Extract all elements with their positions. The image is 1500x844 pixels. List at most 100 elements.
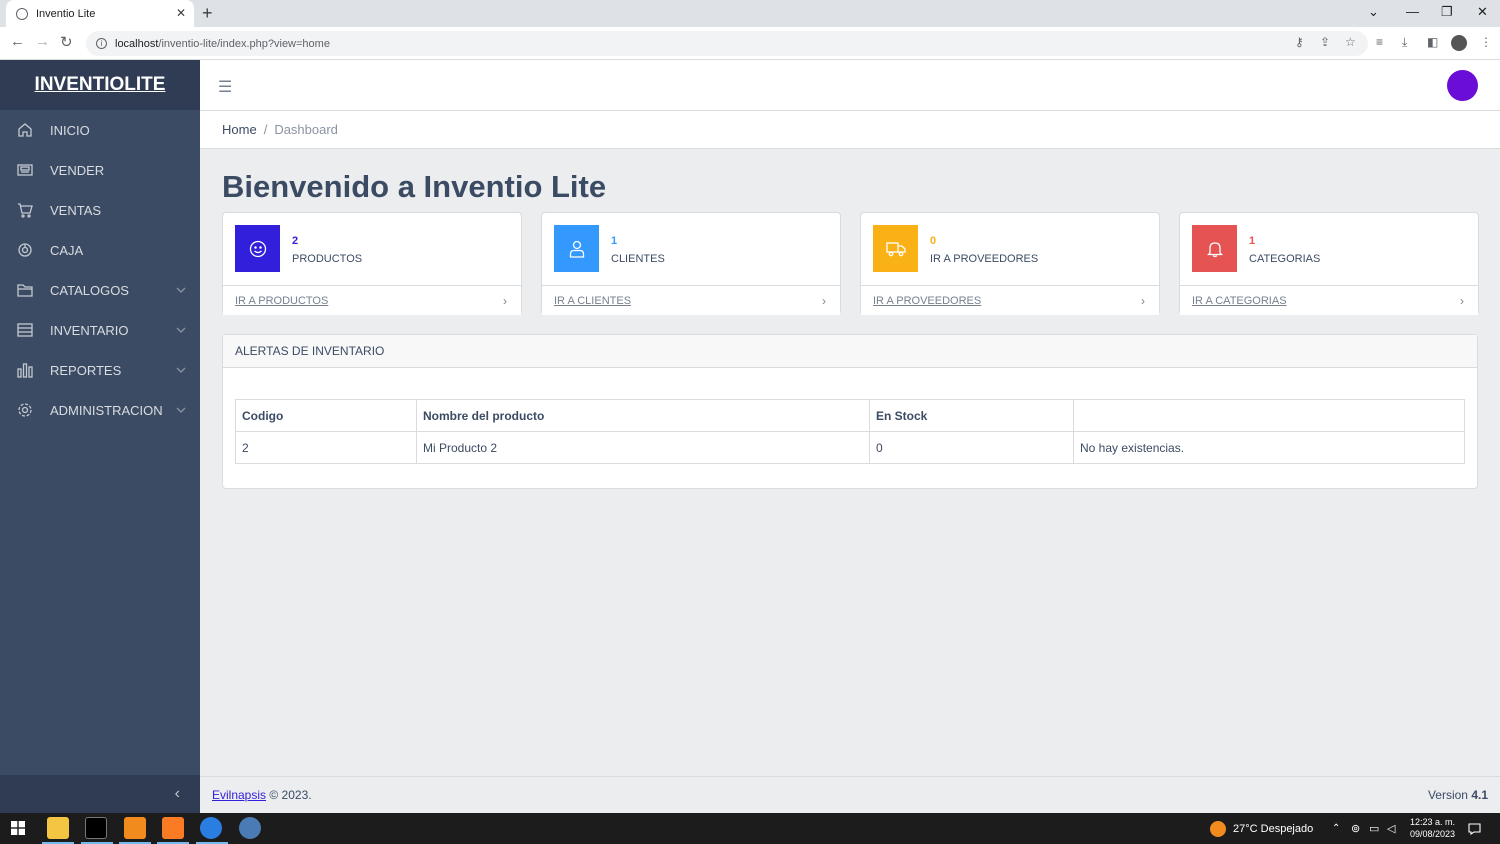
volume-icon[interactable]: ◁: [1387, 813, 1395, 844]
terminal-icon[interactable]: [85, 817, 107, 839]
chevron-right-icon[interactable]: ›: [1141, 294, 1145, 308]
chrome-icon[interactable]: [200, 817, 222, 839]
version-label: Version: [1427, 788, 1472, 802]
sidebar-item-administracion[interactable]: ADMINISTRACION: [0, 390, 200, 430]
sidebar-minimize-button[interactable]: ‹: [0, 775, 200, 813]
tab-title: Inventio Lite: [36, 7, 96, 20]
chevron-right-icon[interactable]: ›: [503, 294, 507, 308]
reading-list-icon[interactable]: ≡: [1376, 35, 1383, 49]
windows-start-icon[interactable]: [11, 821, 25, 838]
card-label: CATEGORIAS: [1249, 253, 1321, 265]
chevron-right-icon[interactable]: ›: [1460, 294, 1464, 308]
forward-icon[interactable]: →: [35, 33, 50, 50]
card-categorias: 1 CATEGORIAS IR A CATEGORIAS ›: [1179, 212, 1479, 315]
card-value: 2: [292, 235, 299, 247]
close-window-icon[interactable]: ✕: [1477, 4, 1488, 20]
browser-toolbar: ← → ↻ i localhost/inventio-lite/index.ph…: [0, 27, 1500, 60]
sidebar-item-label: REPORTES: [50, 362, 122, 378]
close-tab-icon[interactable]: ✕: [176, 6, 186, 20]
sidebar-item-label: INVENTARIO: [50, 322, 129, 338]
user-icon: [554, 225, 599, 272]
network-icon[interactable]: ▭: [1369, 813, 1379, 844]
sidebar-item-label: ADMINISTRACION: [50, 402, 163, 418]
bell-icon: [1192, 225, 1237, 272]
password-key-icon[interactable]: ⚷: [1295, 35, 1304, 49]
chevron-right-icon[interactable]: ›: [822, 294, 826, 308]
chevron-down-icon: [176, 283, 186, 298]
column-header: [1073, 399, 1465, 432]
table-cell: 0: [869, 431, 1074, 464]
card-label: IR A PROVEEDORES: [930, 253, 1039, 265]
page-favicon-icon: [16, 7, 28, 20]
sidebar-item-reportes[interactable]: REPORTES: [0, 350, 200, 390]
tray-app-icon[interactable]: ⊚: [1351, 813, 1360, 844]
table-cell: No hay existencias.: [1073, 431, 1465, 464]
sidebar-item-label: CAJA: [50, 242, 84, 258]
notifications-icon[interactable]: [1468, 813, 1481, 844]
sidebar-item-inicio[interactable]: INICIO: [0, 110, 200, 150]
address-bar[interactable]: i localhost/inventio-lite/index.php?view…: [86, 31, 1368, 56]
bookmark-star-icon[interactable]: ☆: [1345, 35, 1356, 49]
sublime-text-icon[interactable]: [124, 817, 146, 839]
windows-taskbar: 27°C Despejado ⌃ ⊚ ▭ ◁ 12:23 a. m. 09/08…: [0, 813, 1500, 844]
clock-time: 12:23 a. m.: [1409, 817, 1455, 827]
new-tab-icon[interactable]: +: [202, 3, 213, 24]
home-icon: [16, 121, 34, 139]
card-link-categorias[interactable]: IR A CATEGORIAS: [1192, 295, 1287, 307]
hamburger-menu-icon[interactable]: ☰: [218, 77, 232, 97]
card-link-productos[interactable]: IR A PRODUCTOS: [235, 295, 328, 307]
safe-icon: [16, 241, 34, 259]
download-icon[interactable]: ⤓: [1402, 35, 1407, 50]
xampp-icon[interactable]: [162, 817, 184, 839]
card-proveedores: 0 IR A PROVEEDORES IR A PROVEEDORES ›: [860, 212, 1160, 315]
card-label: PRODUCTOS: [292, 253, 363, 265]
sidebar-item-ventas[interactable]: VENTAS: [0, 190, 200, 230]
copyright-text: © 2023.: [269, 788, 312, 802]
card-productos: 2 PRODUCTOS IR A PRODUCTOS ›: [222, 212, 522, 315]
card-link-proveedores[interactable]: IR A PROVEEDORES: [873, 295, 981, 307]
back-icon[interactable]: ←: [10, 33, 25, 50]
site-info-icon[interactable]: i: [96, 38, 107, 49]
browser-tab[interactable]: Inventio Lite ✕: [6, 0, 194, 27]
system-clock[interactable]: 12:23 a. m. 09/08/2023: [1410, 816, 1455, 840]
tab-search-icon[interactable]: ⌄: [1368, 4, 1379, 20]
profile-avatar-icon[interactable]: [1451, 35, 1467, 51]
card-value: 1: [611, 235, 618, 247]
footer: Evilnapsis © 2023. Version 4.1: [200, 776, 1500, 813]
column-header: Nombre del producto: [416, 399, 870, 432]
sidebar-item-caja[interactable]: CAJA: [0, 230, 200, 270]
reload-icon[interactable]: ↻: [60, 33, 73, 51]
table-row: 2 Mi Producto 2 0 No hay existencias.: [235, 431, 1465, 464]
inventory-alerts-panel: ALERTAS DE INVENTARIO Codigo Nombre del …: [222, 334, 1478, 489]
version-number: 4.1: [1471, 788, 1488, 802]
truck-icon: [873, 225, 918, 272]
sidebar-item-catalogos[interactable]: CATALOGOS: [0, 270, 200, 310]
sidebar-item-vender[interactable]: VENDER: [0, 150, 200, 190]
author-link[interactable]: Evilnapsis: [212, 788, 266, 802]
list-icon: [16, 321, 34, 339]
app-icon[interactable]: [239, 817, 261, 839]
weather-widget[interactable]: 27°C Despejado: [1210, 813, 1313, 844]
share-icon[interactable]: ⇪: [1320, 35, 1330, 49]
avatar[interactable]: [1447, 70, 1478, 101]
weather-moon-icon: [1210, 820, 1226, 837]
card-value: 0: [930, 235, 937, 247]
side-panel-icon[interactable]: ◧: [1427, 35, 1438, 49]
sidebar-item-label: VENTAS: [50, 202, 102, 218]
minimize-icon[interactable]: —: [1406, 4, 1419, 19]
card-footer: IR A CATEGORIAS ›: [1180, 285, 1478, 315]
card-value: 1: [1249, 235, 1256, 247]
file-explorer-icon[interactable]: [47, 817, 69, 839]
breadcrumb-current: Dashboard: [274, 122, 338, 137]
browser-menu-icon[interactable]: ⋮: [1480, 35, 1492, 49]
page-title: Bienvenido a Inventio Lite: [222, 169, 607, 204]
breadcrumb-home[interactable]: Home: [222, 122, 257, 137]
table-header-row: Codigo Nombre del producto En Stock: [235, 399, 1465, 432]
brand-logo[interactable]: INVENTIOLITE: [0, 60, 200, 110]
card-link-clientes[interactable]: IR A CLIENTES: [554, 295, 631, 307]
chevron-down-icon: [176, 323, 186, 338]
sidebar-item-inventario[interactable]: INVENTARIO: [0, 310, 200, 350]
restore-icon[interactable]: ❐: [1441, 4, 1453, 20]
url-path: /inventio-lite/index.php?view=home: [158, 37, 330, 50]
tray-chevron-icon[interactable]: ⌃: [1332, 813, 1340, 844]
